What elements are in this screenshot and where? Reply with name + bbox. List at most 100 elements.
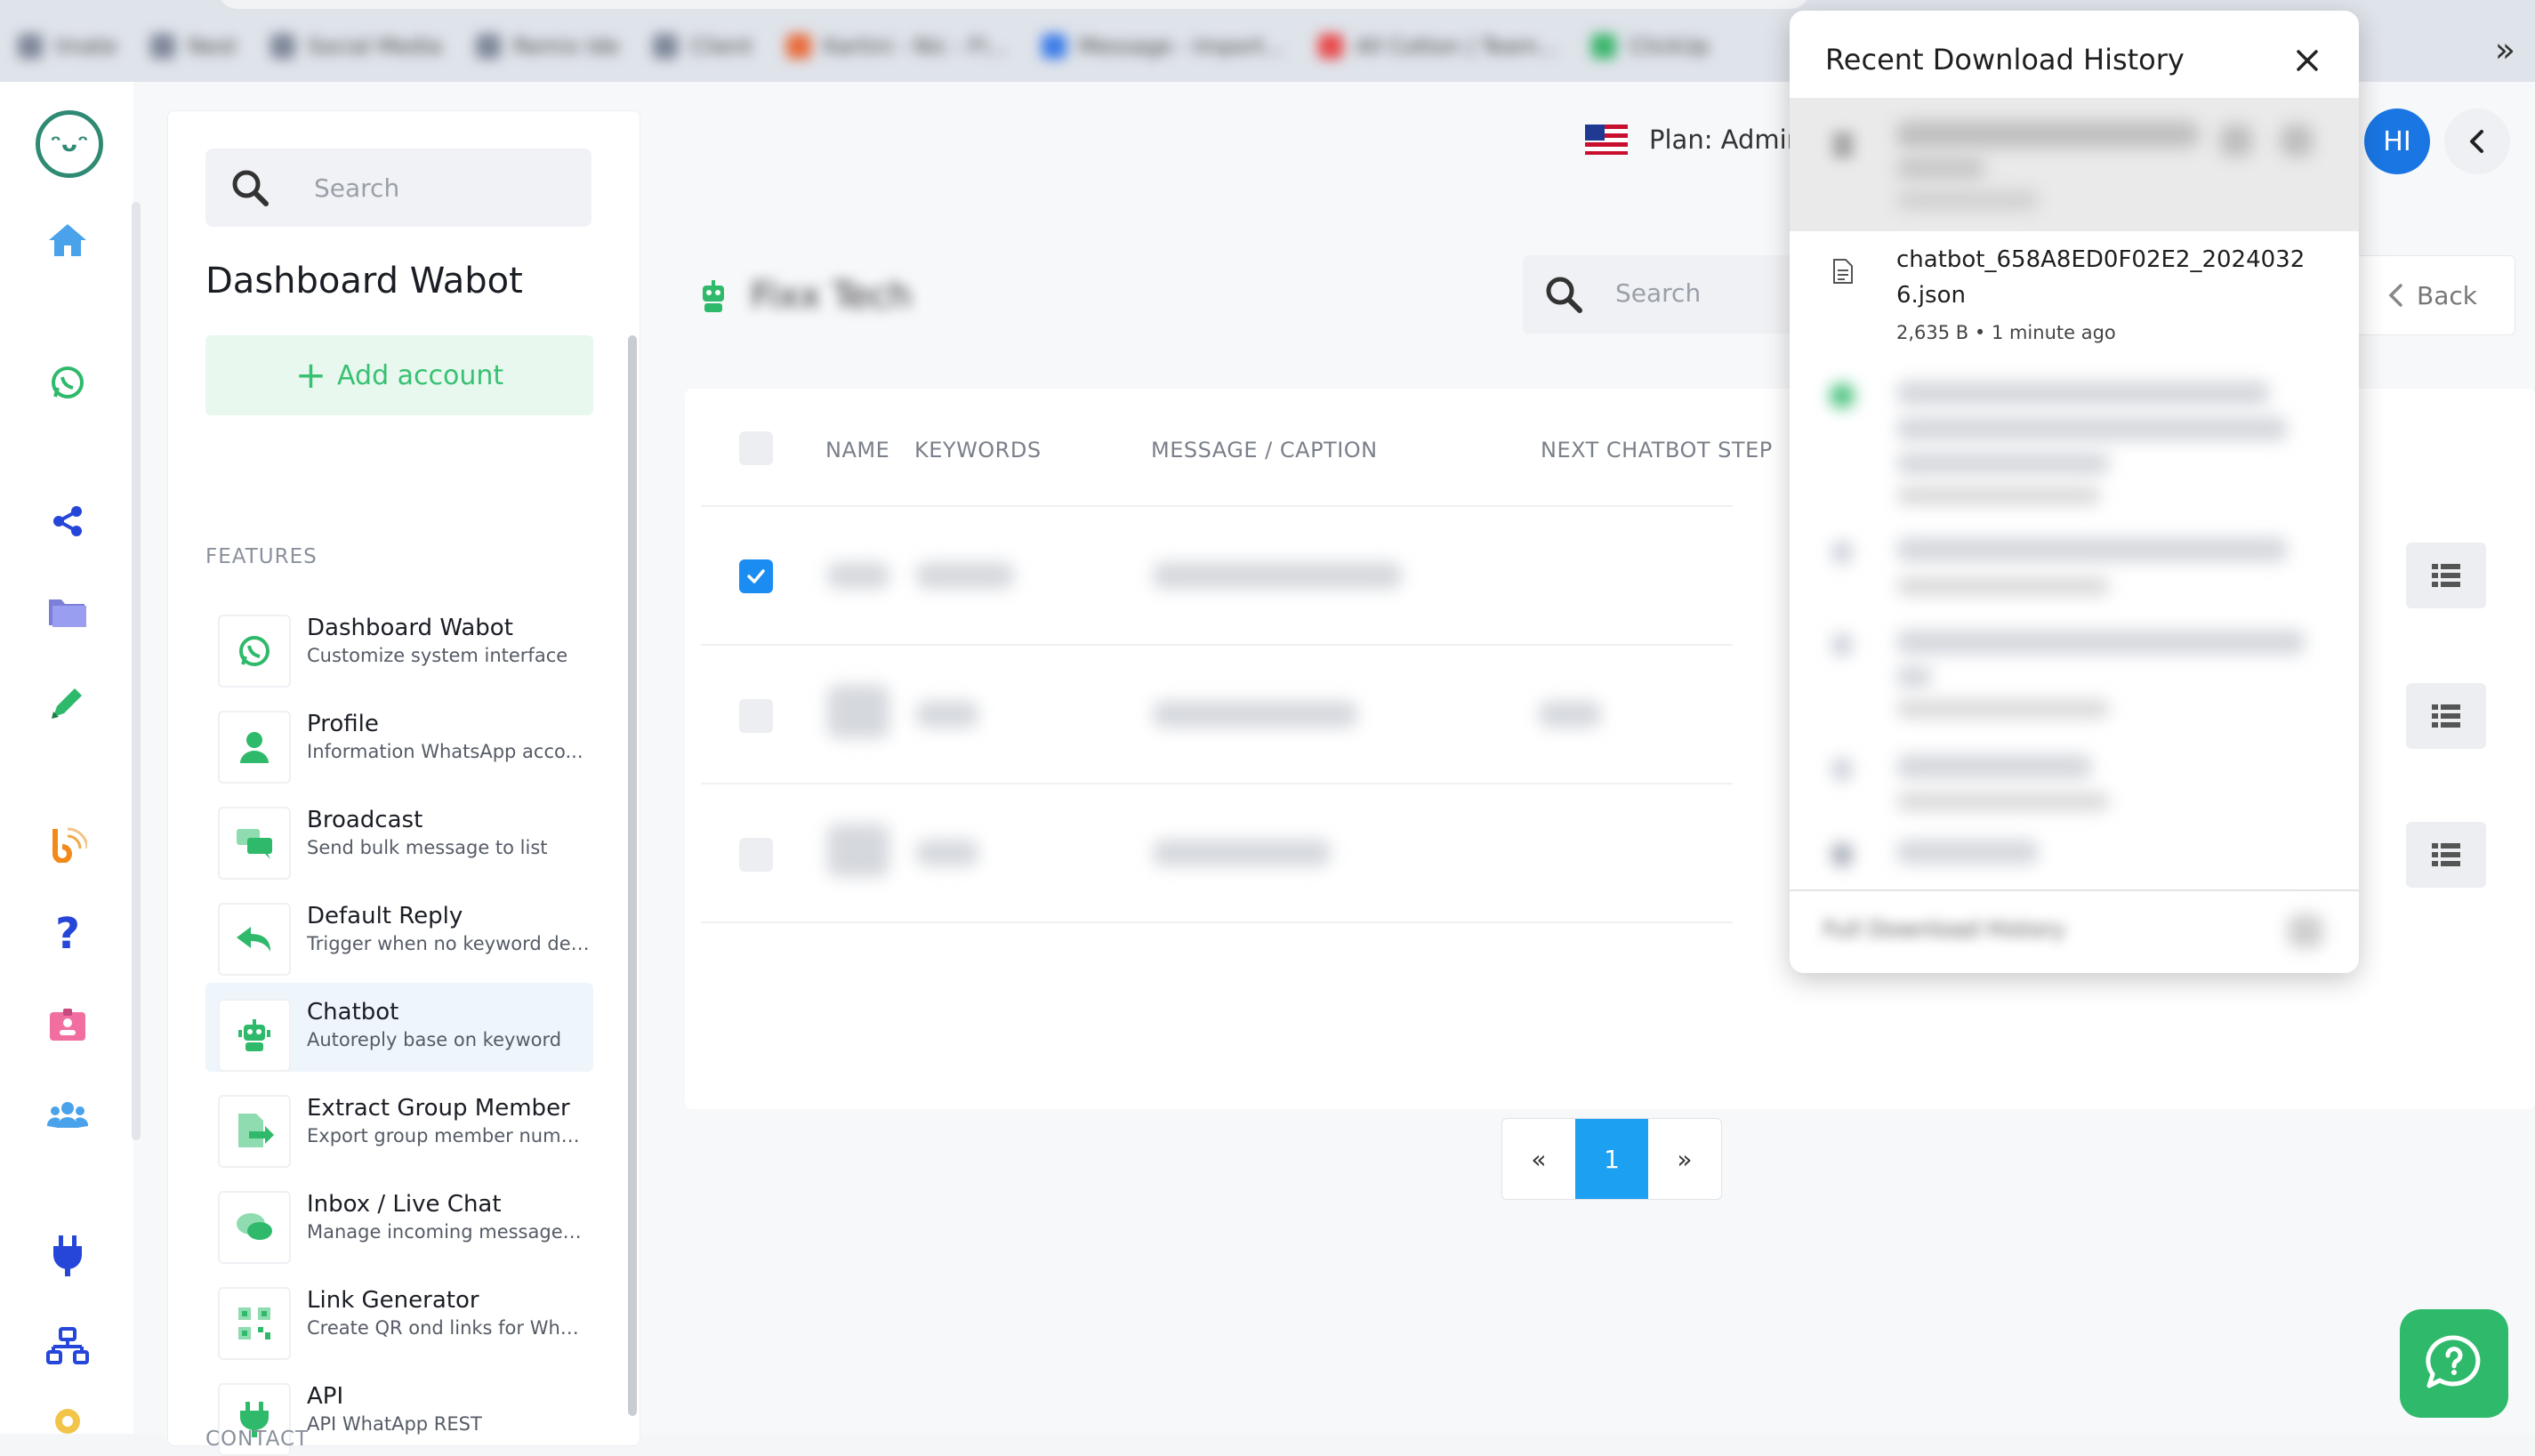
delete-icon bbox=[2281, 125, 2313, 157]
feature-broadcast[interactable]: Broadcast Send bulk message to list bbox=[205, 791, 593, 880]
column-header-message[interactable]: MESSAGE / CAPTION bbox=[1151, 438, 1378, 463]
bookmark[interactable]: Remix Ide bbox=[475, 34, 619, 59]
download-meta bbox=[1896, 792, 2110, 811]
row-checkbox[interactable] bbox=[739, 699, 773, 733]
row-message bbox=[1153, 840, 1331, 866]
file-icon bbox=[1832, 132, 1854, 158]
chat-help-icon bbox=[2426, 1335, 2481, 1388]
column-header-next-step[interactable]: NEXT CHATBOT STEP bbox=[1541, 438, 1773, 463]
full-download-history-link[interactable]: Full Download History bbox=[1823, 916, 2065, 942]
icon-rail: ᵔᴗᵔ ? bbox=[0, 82, 141, 1434]
popup-title: Recent Download History bbox=[1825, 43, 2185, 76]
add-account-button[interactable]: + Add account bbox=[205, 335, 593, 415]
close-button[interactable] bbox=[2290, 43, 2325, 78]
plus-icon: + bbox=[294, 353, 327, 397]
feature-default-reply[interactable]: Default Reply Trigger when no keyword de… bbox=[205, 887, 593, 976]
contact-section-label: CONTACT bbox=[205, 1428, 310, 1451]
address-bar[interactable] bbox=[218, 0, 1810, 9]
download-meta: 2,635 B • 1 minute ago bbox=[1896, 322, 2116, 343]
download-item[interactable]: chatbot_658A8ED0F02E2_20240326.json 2,63… bbox=[1790, 235, 2359, 359]
popup-divider bbox=[1790, 889, 2359, 891]
bookmark[interactable]: Imate bbox=[18, 34, 117, 59]
rss-icon[interactable] bbox=[44, 820, 91, 866]
bookmark[interactable]: Social Media bbox=[270, 34, 442, 59]
row-checkbox[interactable] bbox=[739, 559, 773, 593]
site-icon bbox=[1591, 34, 1617, 59]
download-name bbox=[1896, 157, 1985, 180]
feature-desc: Export group member number bbox=[307, 1125, 590, 1146]
features-panel: Search Dashboard Wabot + Add account FEA… bbox=[167, 110, 640, 1456]
list-icon bbox=[2432, 843, 2460, 866]
bookmark[interactable]: Client bbox=[653, 34, 752, 59]
feature-link-generator[interactable]: Link Generator Create QR ond links for W… bbox=[205, 1271, 593, 1360]
pagination-page-button[interactable]: 1 bbox=[1575, 1119, 1648, 1199]
export-icon bbox=[218, 1095, 291, 1168]
panel-search-input[interactable]: Search bbox=[205, 149, 592, 227]
share-icon[interactable] bbox=[44, 498, 91, 544]
plug-icon[interactable] bbox=[44, 1233, 91, 1279]
check-icon bbox=[747, 569, 765, 583]
feature-title: Profile bbox=[307, 711, 379, 737]
back-button[interactable]: Back bbox=[2348, 255, 2515, 335]
panel-title: Dashboard Wabot bbox=[205, 261, 523, 302]
settings-icon[interactable] bbox=[44, 1398, 91, 1444]
pagination-prev-button[interactable]: « bbox=[1502, 1119, 1575, 1199]
plan-label: Plan: Admir bbox=[1649, 125, 1798, 155]
feature-desc: API WhatApp REST bbox=[307, 1413, 482, 1435]
open-in-new-icon[interactable] bbox=[2288, 914, 2323, 948]
bookmarks-list: Imate Nest Social Media Remix Ide Client… bbox=[18, 34, 1709, 59]
feature-inbox-live-chat[interactable]: Inbox / Live Chat Manage incoming messag… bbox=[205, 1175, 593, 1264]
row-action-button[interactable] bbox=[2406, 822, 2486, 888]
row-checkbox[interactable] bbox=[739, 838, 773, 872]
user-icon bbox=[218, 711, 291, 784]
feature-title: Dashboard Wabot bbox=[307, 615, 513, 641]
folder-icon[interactable] bbox=[44, 589, 91, 635]
us-flag-icon[interactable] bbox=[1585, 125, 1628, 155]
panel-scrollbar[interactable] bbox=[628, 335, 637, 1416]
pagination-next-button[interactable]: » bbox=[1648, 1119, 1721, 1199]
row-keywords bbox=[916, 701, 978, 728]
select-all-checkbox[interactable] bbox=[739, 431, 773, 465]
home-icon[interactable] bbox=[44, 217, 91, 263]
row-action-button[interactable] bbox=[2406, 683, 2486, 749]
column-header-name[interactable]: NAME bbox=[825, 438, 889, 463]
row-name bbox=[827, 685, 889, 738]
download-meta bbox=[1896, 576, 2110, 596]
feature-profile[interactable]: Profile Information WhatsApp acco... bbox=[205, 695, 593, 784]
feature-dashboard-wabot[interactable]: Dashboard Wabot Customize system interfa… bbox=[205, 599, 593, 688]
bookmark[interactable]: Kartini - Nic - Fl... bbox=[785, 34, 1008, 59]
robot-icon bbox=[218, 999, 291, 1072]
users-icon[interactable] bbox=[44, 1092, 91, 1138]
feature-desc: Send bulk message to list bbox=[307, 837, 548, 858]
row-name bbox=[827, 824, 889, 877]
feature-chatbot[interactable]: Chatbot Autoreply base on keyword bbox=[205, 983, 593, 1072]
download-history-popup: Recent Download History chatbot_658A8ED0… bbox=[1790, 11, 2359, 973]
download-item[interactable] bbox=[1790, 98, 2359, 231]
edit-icon[interactable] bbox=[44, 680, 91, 726]
rail-scrollbar[interactable] bbox=[132, 202, 141, 1140]
feature-title: API bbox=[307, 1383, 344, 1410]
row-action-button[interactable] bbox=[2406, 543, 2486, 608]
collapse-button[interactable] bbox=[2444, 109, 2510, 174]
bookmark[interactable]: All Cotton | Team... bbox=[1318, 34, 1557, 59]
bookmark[interactable]: ClickUp bbox=[1591, 34, 1709, 59]
help-chat-button[interactable] bbox=[2400, 1309, 2508, 1418]
feature-desc: Customize system interface bbox=[307, 645, 568, 666]
blurred-download-list bbox=[1790, 366, 2359, 891]
sitemap-icon[interactable] bbox=[44, 1323, 91, 1370]
feature-desc: Information WhatsApp acco... bbox=[307, 741, 583, 762]
column-header-keywords[interactable]: KEYWORDS bbox=[914, 438, 1042, 463]
folder-icon bbox=[150, 34, 176, 59]
bookmarks-overflow-button[interactable]: » bbox=[2495, 30, 2515, 69]
site-icon bbox=[1041, 34, 1066, 59]
user-avatar[interactable]: HI bbox=[2364, 109, 2430, 174]
id-card-icon[interactable] bbox=[44, 1002, 91, 1048]
feature-title: Extract Group Member bbox=[307, 1095, 570, 1122]
app-logo[interactable]: ᵔᴗᵔ bbox=[36, 110, 103, 178]
bookmark[interactable]: Nest bbox=[150, 34, 237, 59]
feature-desc: Manage incoming messages... bbox=[307, 1221, 590, 1243]
feature-extract-group-member[interactable]: Extract Group Member Export group member… bbox=[205, 1079, 593, 1168]
help-icon[interactable]: ? bbox=[44, 909, 91, 959]
bookmark[interactable]: Message - Import... bbox=[1041, 34, 1284, 59]
whatsapp-icon[interactable] bbox=[44, 359, 91, 406]
